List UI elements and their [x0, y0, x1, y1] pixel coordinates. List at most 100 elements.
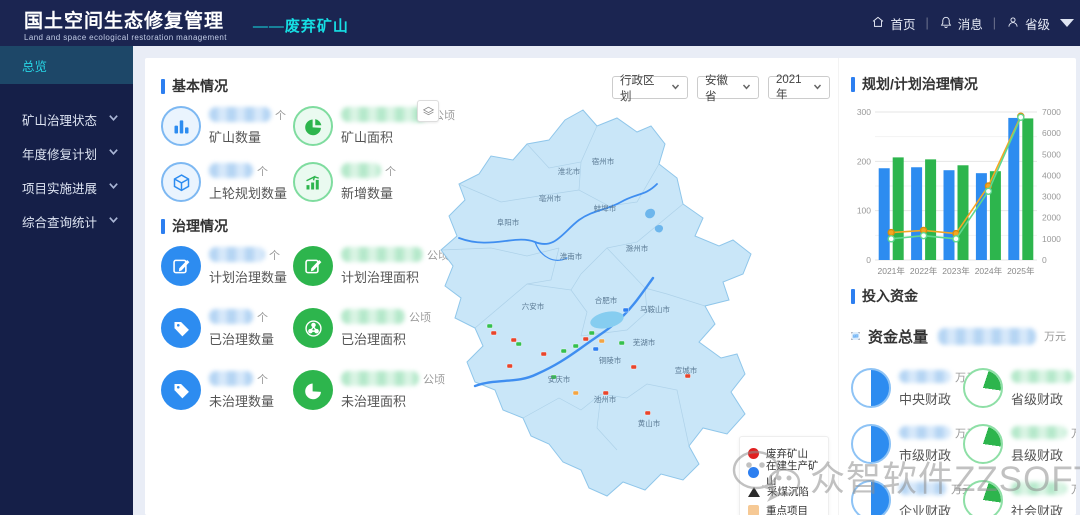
stat-label: 计划治理面积	[341, 269, 420, 285]
nav-item-首页[interactable]: 首页	[871, 14, 915, 33]
chevron-down-icon	[108, 112, 119, 126]
chart-bar	[957, 165, 969, 260]
trend-up-icon	[293, 162, 333, 202]
filter-administrative-division[interactable]: 行政区划	[612, 75, 688, 103]
map-marker[interactable]	[572, 343, 579, 349]
map-layers-button[interactable]	[417, 100, 439, 122]
filter-value: 安徽省	[705, 74, 728, 103]
chevron-down-icon	[813, 82, 822, 94]
map-marker[interactable]	[630, 364, 637, 370]
blurred-value	[209, 309, 253, 324]
map-marker[interactable]	[515, 341, 522, 347]
stat-已治理面积: 公顷 已治理面积	[293, 308, 431, 348]
pie-icon	[293, 370, 333, 410]
nav-item-消息[interactable]: 消息	[939, 14, 983, 33]
blurred-value	[341, 247, 423, 262]
main-card: 基本情况 个矿山数量 公顷 矿山面积个上轮规划数量个新增数量 治理情况 个计划治理数…	[145, 58, 1076, 515]
caret-down-icon[interactable]	[1060, 19, 1074, 27]
map-filters: 行政区划 安徽省 2021年	[612, 74, 830, 103]
province-map[interactable]: 淮北市 宿州市亳州市蚌埠市阜阳市滁州市淮南市六安市 合肥市马鞍山市芜湖市铜陵市宣城市…	[431, 98, 771, 510]
fund-total-label: 资金总量	[867, 328, 928, 346]
city-label-宣城市: 宣城市	[675, 365, 698, 375]
home-icon	[873, 16, 884, 27]
legend-label: 采煤沉陷	[767, 486, 809, 498]
nav-item-省级[interactable]: 省级	[1006, 14, 1050, 33]
filter-province[interactable]: 安徽省	[697, 75, 759, 103]
map-marker[interactable]	[598, 338, 605, 344]
legend-label: 在建生产矿山	[766, 459, 819, 487]
stat-value-row: 公顷	[341, 309, 431, 325]
sidebar-item-项目实施进展[interactable]: 项目实施进展	[0, 170, 133, 204]
filter-value: 行政区划	[620, 74, 655, 103]
stat-body: 个未治理数量	[209, 371, 274, 410]
stat-label: 未治理数量	[209, 393, 275, 409]
chart-point	[952, 235, 960, 243]
fund-label: 市级财政	[899, 447, 952, 463]
pie-wedge	[965, 482, 1001, 515]
fund-value-row: 万元	[1011, 369, 1073, 385]
map-marker[interactable]	[506, 363, 513, 369]
treatment-stats-grid: 个计划治理数量 公顷 计划治理面积个已治理数量 公顷 已治理面积个未治理数量 公顷 未治理面…	[161, 246, 449, 410]
svg-text:3000: 3000	[1042, 192, 1061, 202]
city-label-黄山市: 黄山市	[638, 418, 661, 428]
stat-label: 已治理面积	[341, 331, 407, 347]
city-label-滁州市: 滁州市	[626, 243, 649, 253]
sidebar-item-总览[interactable]: 总览	[0, 46, 133, 84]
map-marker[interactable]	[644, 410, 651, 416]
nav-item-label: 首页	[890, 17, 916, 32]
blurred-value	[341, 309, 405, 324]
stat-body: 个已治理数量	[209, 309, 274, 348]
chevron-down-icon	[108, 146, 119, 160]
sidebar-item-矿山治理状态[interactable]: 矿山治理状态	[0, 102, 133, 136]
map-marker[interactable]	[582, 336, 589, 342]
half-pie-icon	[851, 424, 891, 464]
blurred-value	[341, 107, 429, 122]
blurred-value	[1011, 482, 1067, 495]
module-title: ——废弃矿山	[253, 15, 349, 36]
stat-body: 个上轮规划数量	[209, 163, 287, 202]
svg-text:4000: 4000	[1042, 170, 1061, 180]
stat-unit: 个	[269, 249, 280, 262]
map-marker[interactable]	[486, 323, 493, 329]
stat-body: 个计划治理数量	[209, 247, 287, 286]
fund-body: 万元 企业财政	[899, 481, 973, 515]
fund-value-row: 万元	[1011, 425, 1076, 441]
map-marker[interactable]	[510, 337, 517, 343]
sidebar: 总览矿山治理状态 年度修复计划 项目实施进展 综合查询统计	[0, 46, 133, 515]
map-marker[interactable]	[618, 340, 625, 346]
map-marker[interactable]	[622, 307, 629, 313]
map-marker[interactable]	[540, 351, 547, 357]
city-label-六安市: 六安市	[522, 301, 545, 311]
map-marker[interactable]	[572, 390, 579, 396]
city-label-蚌埠市: 蚌埠市	[594, 203, 617, 213]
fund-unit: 万元	[1071, 481, 1076, 497]
map-marker[interactable]	[560, 348, 567, 354]
map-marker[interactable]	[490, 330, 497, 336]
fund-body: 万元省级财政	[1011, 369, 1073, 408]
chart-section-title: 规划/计划治理情况	[851, 74, 1066, 94]
pie-chart-icon	[293, 106, 333, 146]
svg-text:2022年: 2022年	[910, 266, 938, 276]
sidebar-item-综合查询统计[interactable]: 综合查询统计	[0, 204, 133, 238]
module-name: 废弃矿山	[284, 17, 349, 35]
fund-企业财政: 万元 企业财政	[851, 480, 973, 515]
nav-item-label: 省级	[1024, 17, 1050, 32]
map-marker[interactable]	[588, 330, 595, 336]
layers-icon	[422, 106, 434, 115]
city-label-宿州市: 宿州市	[592, 156, 615, 166]
nav-separator: |	[925, 16, 929, 30]
chart-bar	[943, 170, 955, 260]
bell-icon	[940, 16, 951, 28]
stat-value-row: 个	[209, 107, 286, 123]
map-marker[interactable]	[592, 346, 599, 352]
legend-triangle-icon	[748, 486, 760, 497]
filter-year[interactable]: 2021年	[768, 74, 830, 101]
sidebar-item-label: 总览	[22, 59, 48, 74]
city-label-阜阳市: 阜阳市	[497, 217, 520, 227]
fund-县级财政: 万元县级财政	[963, 424, 1076, 464]
stat-unit: 个	[257, 373, 268, 386]
edit-icon	[293, 246, 333, 286]
cube-icon	[161, 162, 201, 202]
sidebar-item-年度修复计划[interactable]: 年度修复计划	[0, 136, 133, 170]
stat-label: 已治理数量	[209, 331, 275, 347]
